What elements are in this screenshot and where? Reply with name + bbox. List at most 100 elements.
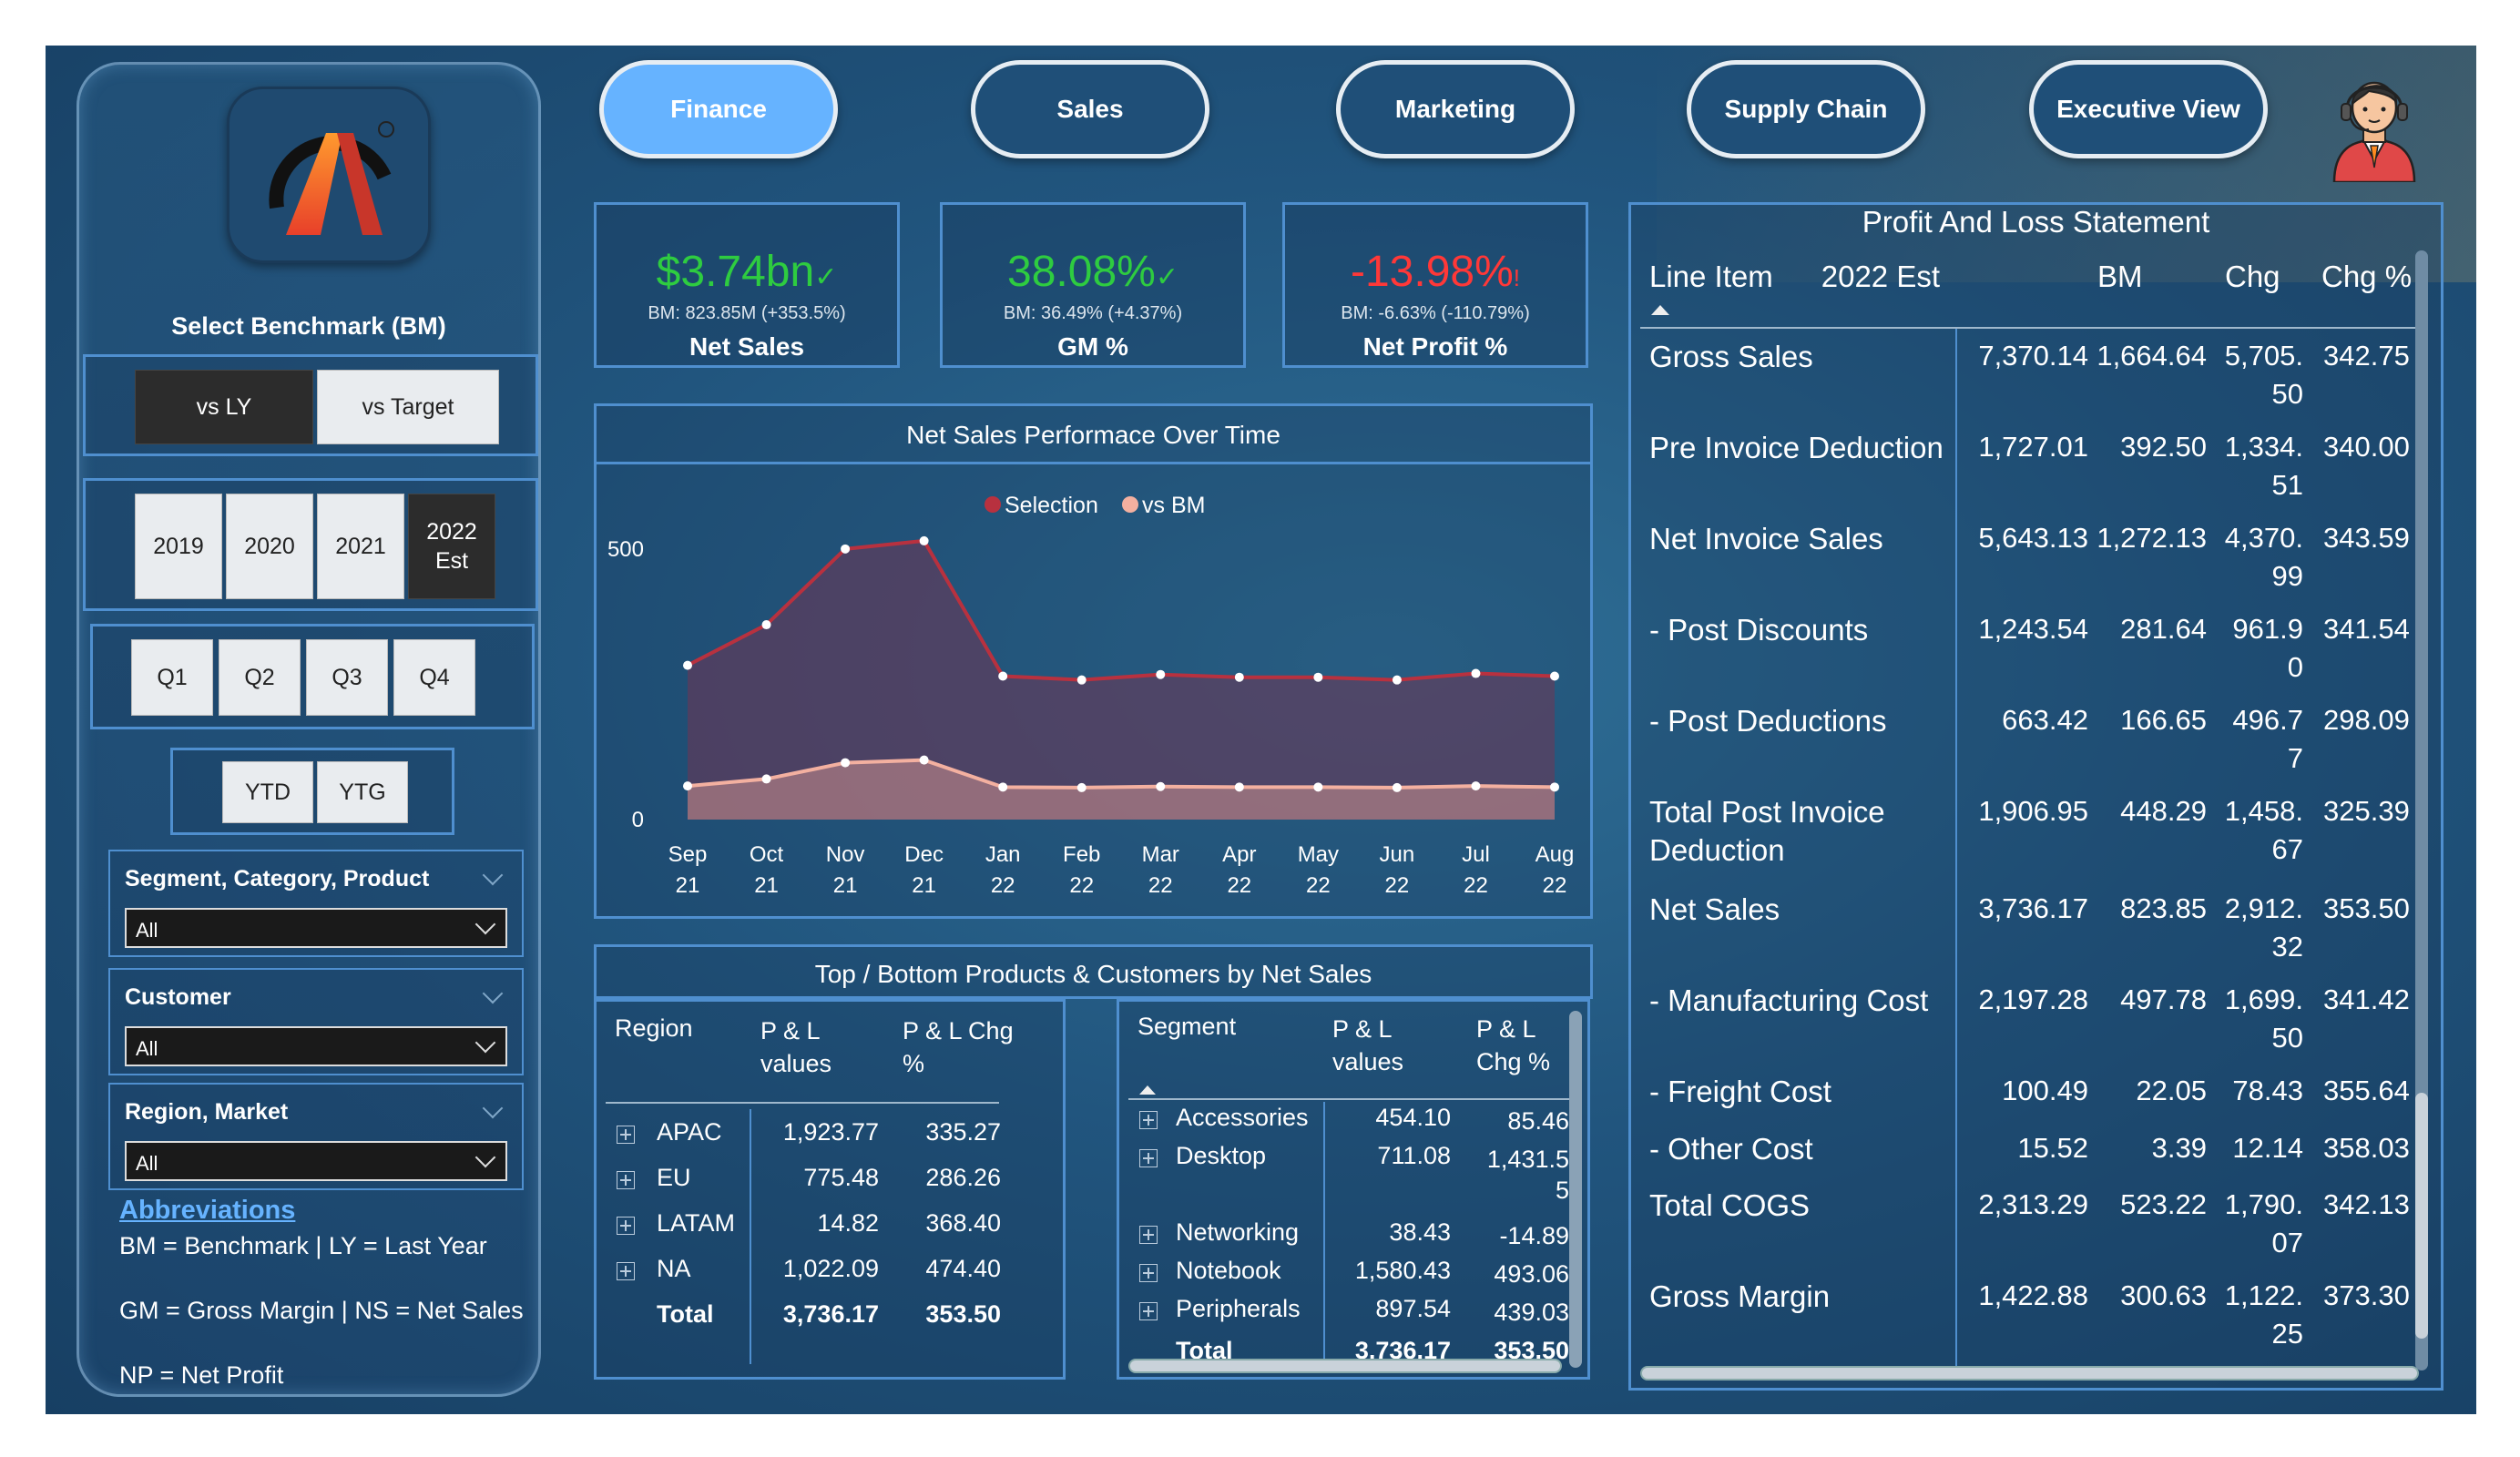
data-point[interactable] <box>841 758 851 768</box>
vertical-scrollbar[interactable] <box>1569 1011 1582 1368</box>
tab-supply-chain[interactable]: Supply Chain <box>1687 60 1925 158</box>
data-point[interactable] <box>1156 669 1166 679</box>
pl-value-2022: 2,197.28 <box>1978 983 2088 1015</box>
horizontal-scrollbar[interactable] <box>1128 1359 1562 1373</box>
quarter-q1-button[interactable]: Q1 <box>131 639 213 716</box>
segment-chg: 493.06 <box>1494 1260 1569 1288</box>
data-point[interactable] <box>841 544 851 554</box>
year-2021-button[interactable]: 2021 <box>317 494 404 599</box>
chevron-down-icon[interactable] <box>482 1097 504 1119</box>
expand-icon[interactable] <box>1139 1264 1158 1282</box>
data-point[interactable] <box>1471 781 1481 791</box>
data-point[interactable] <box>998 671 1008 681</box>
expand-icon[interactable] <box>1139 1111 1158 1129</box>
vertical-scrollbar-thumb[interactable] <box>2415 1093 2428 1339</box>
data-point[interactable] <box>1392 782 1402 792</box>
x-tick-label: Sep 21 <box>668 842 708 898</box>
data-point[interactable] <box>1234 782 1244 792</box>
segment-dropdown[interactable]: All <box>125 908 507 948</box>
kpi-benchmark: BM: 36.49% (+4.37%) <box>1003 303 1183 323</box>
data-point[interactable] <box>683 660 692 670</box>
net-sales-chart: Net Sales Performace Over Time Selection… <box>594 403 1593 919</box>
tab-sales[interactable]: Sales <box>971 60 1209 158</box>
tab-executive-view[interactable]: Executive View <box>2029 60 2268 158</box>
region-filter: Region, Market All <box>108 1083 524 1190</box>
ytd-button[interactable]: YTD <box>222 761 313 823</box>
pl-value-chg: 496.7 <box>2232 704 2303 736</box>
abbreviations-heading[interactable]: Abbreviations <box>119 1196 295 1226</box>
vs-ly-button[interactable]: vs LY <box>135 370 313 444</box>
chevron-down-icon[interactable] <box>482 864 504 886</box>
pl-value-bm: 300.63 <box>2120 1279 2207 1311</box>
chart-legend[interactable]: Selection vs BM <box>985 493 1205 518</box>
x-tick-label: Jun 22 <box>1380 842 1415 898</box>
region-dropdown[interactable]: All <box>125 1141 507 1181</box>
segment-name: Networking <box>1176 1218 1300 1246</box>
quarter-q4-button[interactable]: Q4 <box>393 639 475 716</box>
tab-marketing[interactable]: Marketing <box>1336 60 1575 158</box>
column-header[interactable]: BM <box>2097 260 2143 294</box>
abbreviation-line: NP = Net Profit <box>119 1361 284 1389</box>
column-header[interactable]: P & L values <box>760 1014 879 1080</box>
data-point[interactable] <box>1471 668 1481 678</box>
quarter-q3-button[interactable]: Q3 <box>306 639 388 716</box>
column-header[interactable]: Region <box>615 1014 693 1043</box>
data-point[interactable] <box>998 782 1008 792</box>
support-agent-icon[interactable] <box>2327 66 2422 182</box>
data-point[interactable] <box>919 755 929 765</box>
pl-value-chg: 961.9 <box>2232 613 2303 645</box>
expand-icon[interactable] <box>1139 1302 1158 1320</box>
pl-line-item: Total Post Invoice <box>1649 795 1885 829</box>
data-point[interactable] <box>1550 782 1559 792</box>
pl-value-chg: 1,790. <box>2224 1188 2303 1220</box>
expand-icon[interactable] <box>617 1171 635 1189</box>
expand-icon[interactable] <box>1139 1149 1158 1167</box>
pl-value-2022: 663.42 <box>2002 704 2088 736</box>
column-header[interactable]: Line Item <box>1649 260 1773 294</box>
x-tick-label: May 22 <box>1298 842 1339 898</box>
dashboard-canvas: Select Benchmark (BM) vs LY vs Target 20… <box>46 46 2476 1414</box>
column-header[interactable]: P & L values <box>1332 1013 1451 1078</box>
data-point[interactable] <box>1076 675 1087 685</box>
x-tick-label: Feb 22 <box>1063 842 1100 898</box>
abbreviation-line: BM = Benchmark | LY = Last Year <box>119 1232 487 1259</box>
year-2019-button[interactable]: 2019 <box>135 494 222 599</box>
customer-dropdown[interactable]: All <box>125 1026 507 1066</box>
expand-icon[interactable] <box>617 1262 635 1280</box>
column-header[interactable]: Segment <box>1138 1013 1236 1041</box>
data-point[interactable] <box>761 620 771 630</box>
column-header[interactable]: P & L Chg % <box>903 1014 1021 1080</box>
expand-icon[interactable] <box>617 1126 635 1144</box>
tab-finance[interactable]: Finance <box>599 60 838 158</box>
column-header[interactable]: 2022 Est <box>1803 260 1940 294</box>
data-point[interactable] <box>761 774 771 784</box>
ytg-button[interactable]: YTG <box>317 761 408 823</box>
horizontal-scrollbar[interactable] <box>1640 1366 2419 1381</box>
data-point[interactable] <box>1313 672 1323 682</box>
pl-line-item: - Other Cost <box>1649 1132 1813 1166</box>
year-2022-est-button[interactable]: 2022 Est <box>408 494 495 599</box>
region-name: EU <box>657 1164 691 1191</box>
quarter-q2-button[interactable]: Q2 <box>219 639 301 716</box>
data-point[interactable] <box>1313 782 1323 792</box>
customer-filter-label: Customer <box>125 984 231 1010</box>
expand-icon[interactable] <box>1139 1226 1158 1244</box>
sort-ascending-icon[interactable] <box>1139 1085 1156 1095</box>
pl-value-2022: 7,370.14 <box>1978 340 2088 372</box>
column-header[interactable]: Chg <box>2225 260 2280 294</box>
data-point[interactable] <box>1234 672 1244 682</box>
column-header[interactable]: Chg % <box>2321 260 2412 294</box>
data-point[interactable] <box>683 781 692 791</box>
expand-icon[interactable] <box>617 1217 635 1235</box>
chevron-down-icon[interactable] <box>482 983 504 1004</box>
pl-line-item: Pre Invoice Deduction <box>1649 431 1944 464</box>
kpi-value: -13.98%! <box>1285 247 1586 297</box>
data-point[interactable] <box>1392 675 1402 685</box>
data-point[interactable] <box>1076 782 1087 792</box>
data-point[interactable] <box>1550 671 1559 681</box>
sort-ascending-icon[interactable] <box>1651 305 1669 315</box>
year-2020-button[interactable]: 2020 <box>226 494 313 599</box>
vs-target-button[interactable]: vs Target <box>317 370 499 444</box>
data-point[interactable] <box>919 535 929 545</box>
data-point[interactable] <box>1156 781 1166 791</box>
